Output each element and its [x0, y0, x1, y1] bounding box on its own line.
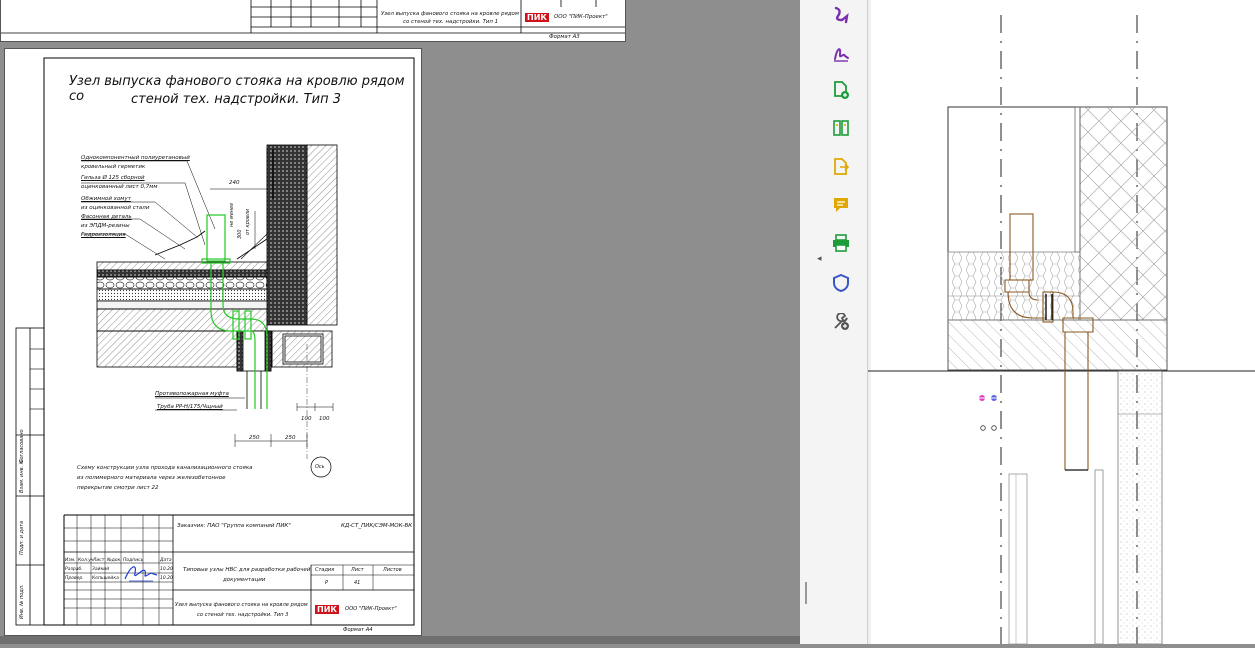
- more-tools-icon: [834, 313, 849, 330]
- create-pdf-tool[interactable]: [829, 78, 853, 102]
- cad-detail-graphics: [868, 0, 1255, 645]
- callout-fire-sleeve: Противопожарная муфта: [155, 391, 229, 397]
- tb-company: ООО "ПИК-Проект": [345, 606, 397, 612]
- export-pdf-icon: [834, 158, 850, 175]
- callout-clamp-1: Обжимной хомут: [81, 196, 131, 202]
- dim-top: 240: [229, 180, 240, 186]
- callout-pipe: Труба PP-H/175/Чщный: [157, 404, 223, 410]
- top-sheet-title-line1: Узел выпуска фанового стояка на кровле р…: [381, 11, 519, 17]
- main-sheet-title-line2: стеной тех. надстройки. Тип 3: [131, 92, 341, 107]
- create-pdf-icon: [834, 81, 849, 99]
- tb-logo: ПИК: [315, 605, 339, 614]
- tb-doc-name-2: документации: [223, 577, 266, 583]
- tb-role-developer: Разраб.: [65, 567, 83, 572]
- top-sheet-company: ООО "ПИК-Проект": [554, 14, 608, 20]
- callout-fitting-2: из ЭПДМ-резины: [81, 223, 130, 229]
- signature-image: [124, 566, 158, 582]
- main-drawing-sheet: Узел выпуска фанового стояка на кровлю р…: [4, 48, 422, 636]
- side-label-replace-inv: Взам. инв. №: [19, 459, 25, 493]
- callout-sleeve-2: оцинкованный лист 0,7мм: [81, 184, 158, 190]
- more-tools-tool[interactable]: [829, 310, 853, 334]
- top-sheet-title-line2: со стеной тех. надстройки. Тип 1: [403, 19, 499, 25]
- top-sheet-format: Формат А3: [549, 34, 580, 40]
- tb-format: Формат А4: [343, 627, 373, 633]
- tb-date-checker: 10.20: [160, 576, 173, 581]
- top-drawing-sheet: Узел выпуска фанового стояка на кровле р…: [0, 0, 626, 42]
- cad-detail-view: [868, 0, 1255, 645]
- tb-hdr-date: Дата: [160, 558, 172, 563]
- viewer-bottom-strip: [0, 636, 800, 644]
- tb-sheet-hdr: Лист: [351, 567, 364, 573]
- note-line-3: перекрытие смотри лист 22: [77, 485, 159, 491]
- tb-role-checker: Провер.: [65, 576, 84, 581]
- tb-stage-hdr: Стадия: [315, 567, 335, 573]
- tb-customer: Заказчик: ПАО "Группа компаний ПИК": [177, 523, 291, 529]
- tb-hdr-list: Лист: [93, 558, 105, 563]
- callout-sleeve-1: Гильза Ø 125 сборной: [81, 175, 145, 181]
- note-line-2: из полимерного материала через железобет…: [77, 475, 226, 481]
- side-label-sign-date: Подп. и дата: [19, 520, 25, 555]
- top-sheet-logo: ПИК: [525, 13, 549, 22]
- fill-sign-icon: [834, 6, 849, 24]
- protect-icon: [833, 274, 849, 292]
- tb-stage-val: Р: [325, 580, 329, 586]
- side-label-inv-orig: Инв. № подл.: [19, 584, 25, 620]
- tb-sheet-val: 41: [354, 580, 361, 586]
- callout-fitting-1: Фасонная деталь: [81, 214, 132, 220]
- dim-right-1: 100: [301, 416, 312, 422]
- export-pdf-tool[interactable]: [829, 155, 853, 179]
- note-line-1: Схему конструкции узла прохода канализац…: [77, 465, 253, 471]
- main-sheet-graphics: [15, 57, 415, 626]
- side-label-agreed: Согласовано: [19, 429, 25, 463]
- axis-label: Ось: [315, 464, 325, 470]
- tb-hdr-koluch: Кол.уч: [78, 558, 94, 563]
- fill-sign-tool[interactable]: [829, 3, 853, 27]
- callout-sealant-2: кровельный герметик: [81, 164, 146, 170]
- tb-name-checker: Копьшейка: [92, 576, 119, 581]
- dim-side-2: 300: [237, 229, 243, 239]
- callout-clamp-2: из оцинкованной стали: [81, 205, 150, 211]
- comment-icon: [834, 198, 848, 212]
- callout-waterproofing: Гидроизоляция: [81, 232, 126, 238]
- dim-bottom-2: 250: [285, 435, 296, 441]
- tb-hdr-izm: Изм.: [65, 558, 76, 563]
- print-production-icon: [833, 234, 849, 252]
- dim-bottom-1: 250: [249, 435, 260, 441]
- tb-name-developer: Зайкий: [92, 567, 110, 572]
- tools-sidebar: ◂: [800, 0, 868, 644]
- organize-pages-tool[interactable]: [829, 116, 853, 140]
- tb-sheet-title-2: со стеной тех. надстройки. Тип 3: [197, 612, 289, 618]
- dim-right-2: 100: [319, 416, 330, 422]
- tb-date-developer: 10.20: [160, 567, 173, 572]
- tb-code: КД-СТ_ПИК/СЭМ-МОК-ВК: [341, 523, 413, 529]
- dim-side-1: не менее: [229, 202, 235, 227]
- comment-tool[interactable]: [829, 193, 853, 217]
- request-signature-icon: [834, 48, 849, 62]
- sidebar-resize-handle[interactable]: [805, 582, 807, 604]
- print-production-tool[interactable]: [829, 231, 853, 255]
- protect-tool[interactable]: [829, 271, 853, 295]
- dim-side-3: от кровли: [245, 208, 251, 235]
- tb-hdr-ndok: №док.: [107, 558, 122, 563]
- callout-sealant-1: Однокомпонентный полиуретановый: [81, 155, 190, 161]
- organize-pages-icon: [833, 120, 849, 136]
- sidebar-collapse-button[interactable]: ◂: [817, 254, 822, 264]
- tb-doc-name-1: Типовые узлы НВС для разработки рабочей: [183, 567, 311, 573]
- tb-sheet-title-1: Узел выпуска фанового стояка на кровле р…: [175, 602, 308, 608]
- request-signature-tool[interactable]: [829, 41, 853, 65]
- tb-sheets-hdr: Листов: [383, 567, 402, 573]
